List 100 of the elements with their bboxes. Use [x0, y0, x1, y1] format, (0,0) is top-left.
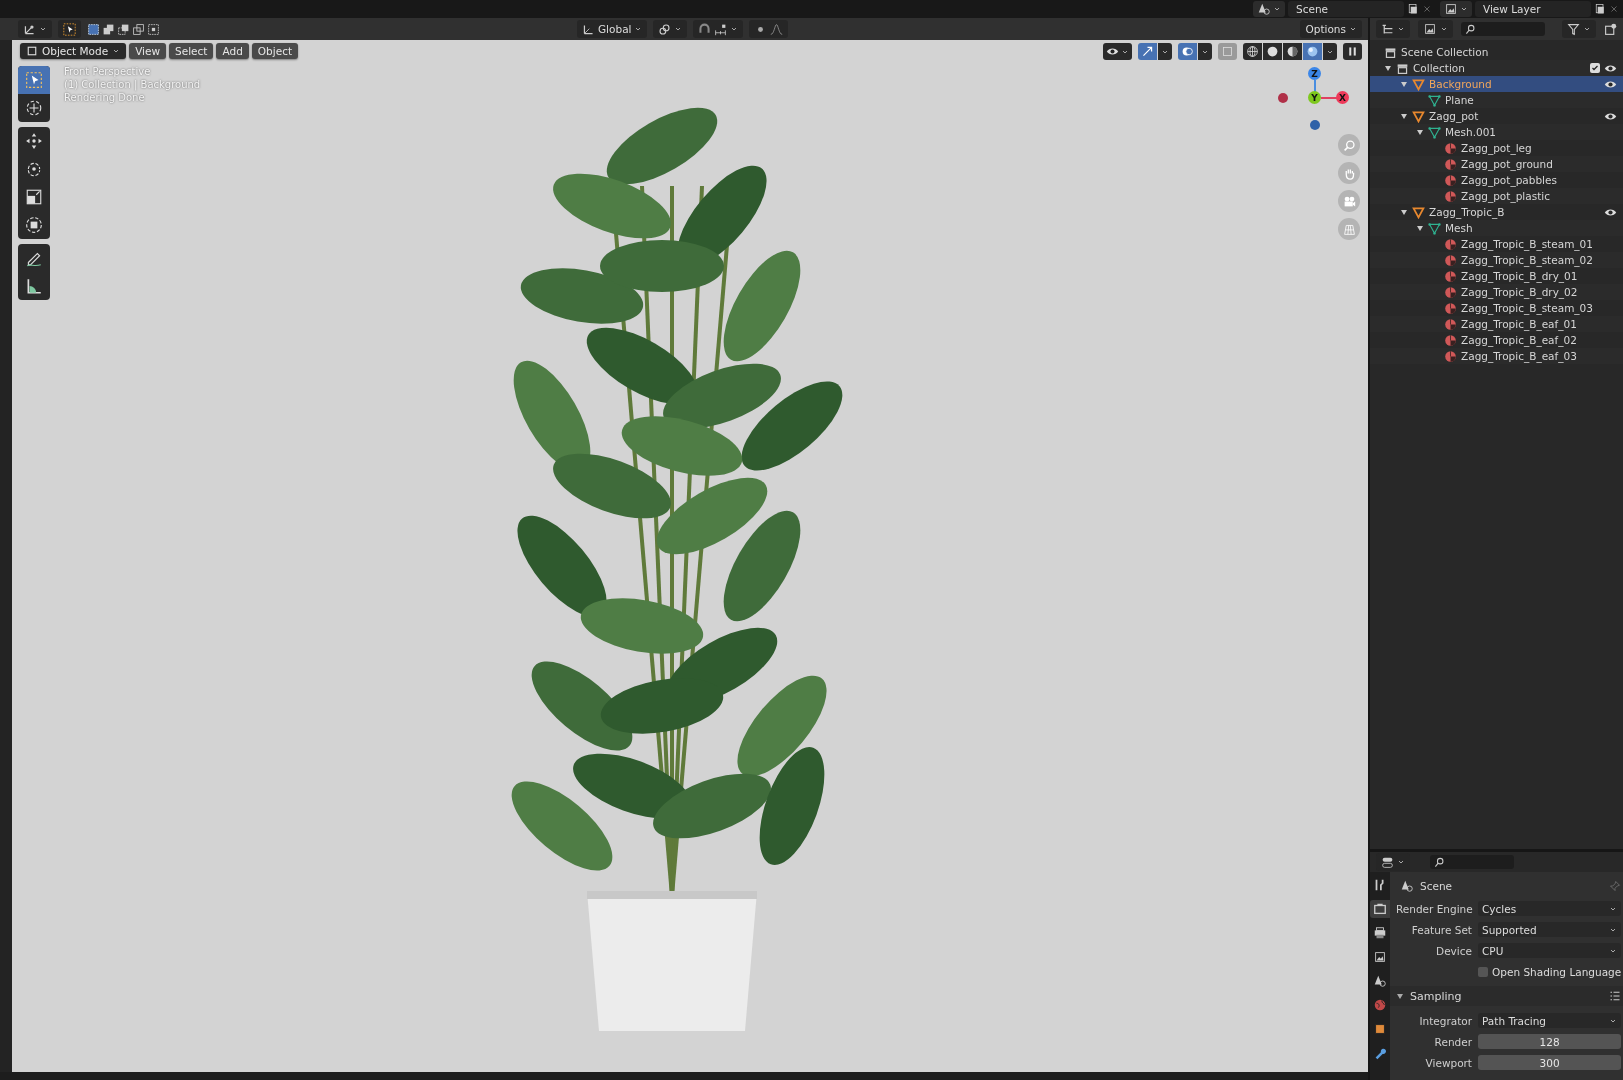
menu-button[interactable]: Add [216, 43, 249, 59]
outliner-row[interactable]: Zagg_Tropic_B_steam_03 [1370, 300, 1623, 316]
number-field[interactable]: 300 [1478, 1055, 1622, 1070]
visibility-button[interactable] [1103, 43, 1132, 60]
negative-z-axis-dot[interactable] [1310, 120, 1320, 130]
outliner-row[interactable]: Zagg_pot [1370, 108, 1623, 124]
outliner-item-name: Zagg_Tropic_B_steam_03 [1461, 302, 1593, 314]
object-triangle-icon [1412, 205, 1425, 219]
checkbox[interactable]: Open Shading Language [1478, 965, 1622, 978]
exclude-checkbox[interactable] [1590, 63, 1600, 73]
panel-header[interactable]: Sampling [1390, 986, 1623, 1006]
chevron-down-icon [1397, 858, 1405, 866]
outliner-item-name: Zagg_pot_leg [1461, 142, 1532, 154]
view-layer-selector[interactable] [1440, 1, 1472, 17]
shading-menu-button[interactable] [1323, 43, 1337, 60]
search-field[interactable] [1461, 22, 1545, 36]
pivot-button[interactable] [653, 20, 688, 38]
camera-icon [1342, 194, 1356, 208]
shading-mode-button[interactable] [1263, 43, 1282, 60]
active-tool-button[interactable] [58, 20, 81, 38]
dropdown[interactable]: Path Tracing [1478, 1013, 1622, 1028]
shading-mode-button[interactable] [1243, 43, 1262, 60]
properties-tab[interactable] [1370, 900, 1390, 918]
outliner-row[interactable]: Scene Collection [1370, 44, 1623, 60]
menu-button[interactable]: Select [169, 43, 214, 59]
negative-x-axis-dot[interactable] [1278, 93, 1288, 103]
zoom-icon [1342, 138, 1356, 152]
outliner-row[interactable]: Zagg_pot_leg [1370, 140, 1623, 156]
link-icon [658, 22, 672, 36]
object-triangle-icon [1412, 77, 1425, 91]
chevron-down-icon [1397, 25, 1405, 33]
disclosure-triangle-icon[interactable] [1400, 112, 1408, 120]
outliner-item-name: Zagg_pot_pabbles [1461, 174, 1557, 186]
view-layer-name-field[interactable]: View Layer [1475, 1, 1591, 17]
x-axis-handle[interactable]: X [1336, 91, 1349, 104]
options-dropdown[interactable]: Options [1300, 20, 1362, 38]
outliner-row[interactable]: Zagg_Tropic_B [1370, 204, 1623, 220]
mesh-triangle-icon [1428, 125, 1441, 139]
material-sphere-icon [1444, 333, 1457, 347]
axes-icon [582, 22, 595, 36]
search-icon [1434, 856, 1445, 868]
outliner-item-name: Zagg_pot_ground [1461, 158, 1553, 170]
square-icon [1373, 1022, 1387, 1036]
menu-button[interactable]: View [129, 43, 167, 59]
material-sphere-icon [1444, 285, 1457, 299]
scene-name-field[interactable]: Scene [1288, 1, 1404, 17]
search-field[interactable] [1430, 855, 1514, 869]
outliner-item-name: Zagg_pot_plastic [1461, 190, 1550, 202]
outliner-row[interactable]: Background [1370, 76, 1623, 92]
orientation-dropdown[interactable]: Global [577, 20, 648, 38]
gizmo-menu-button[interactable] [1158, 43, 1172, 60]
shading-mode-button[interactable] [1283, 43, 1302, 60]
gizmo-toggle-button[interactable] [1138, 43, 1157, 60]
copy-icon [1594, 3, 1606, 15]
filter-button[interactable] [1562, 20, 1596, 38]
snap-button[interactable] [693, 20, 744, 38]
z-axis-handle[interactable]: Z [1308, 67, 1321, 80]
image-stack-icon [1423, 22, 1437, 36]
outliner-item-name: Mesh.001 [1445, 126, 1497, 138]
chevron-down-icon [1273, 5, 1281, 13]
editor-type-button[interactable] [18, 20, 52, 38]
y-axis-handle[interactable]: Y [1308, 91, 1321, 104]
pause-button[interactable] [1343, 43, 1362, 60]
outliner-row[interactable]: Zagg_Tropic_B_steam_01 [1370, 236, 1623, 252]
xray-square-icon [1221, 45, 1234, 58]
chevron-down-icon [39, 25, 47, 33]
disclosure-triangle-icon[interactable] [1384, 64, 1392, 72]
overlay-circles-icon [1181, 45, 1194, 58]
close-icon [1422, 4, 1432, 14]
perspective-toggle-button[interactable] [1338, 218, 1360, 240]
outliner-item-name: Zagg_Tropic_B_eaf_03 [1461, 350, 1577, 362]
transform-icon [25, 216, 43, 234]
scene-selector[interactable] [1253, 1, 1285, 17]
disclosure-triangle-icon[interactable] [1416, 128, 1424, 136]
dropdown[interactable]: Cycles [1478, 901, 1622, 916]
disclosure-triangle-icon[interactable] [1400, 80, 1408, 88]
overlay-toggle-button[interactable] [1178, 43, 1197, 60]
mode-dropdown[interactable]: Object Mode [20, 43, 127, 59]
disclosure-triangle-icon[interactable] [1396, 992, 1404, 1000]
outliner-row[interactable]: Zagg_Tropic_B_dry_01 [1370, 268, 1623, 284]
dropdown[interactable]: Supported [1478, 922, 1622, 937]
material-sphere-icon [1444, 317, 1457, 331]
disclosure-triangle-icon[interactable] [1400, 208, 1408, 216]
outliner-row[interactable]: Zagg_pot_pabbles [1370, 172, 1623, 188]
menu-button[interactable]: Object [251, 43, 299, 59]
dropdown[interactable]: CPU [1478, 943, 1622, 958]
outliner-row[interactable]: Zagg_Tropic_B_eaf_02 [1370, 332, 1623, 348]
number-field[interactable]: 128 [1478, 1034, 1622, 1049]
chevron-down-icon [1460, 5, 1468, 13]
proportional-edit-button[interactable] [749, 20, 789, 38]
overlay-menu-button[interactable] [1198, 43, 1212, 60]
disclosure-triangle-icon[interactable] [1416, 224, 1424, 232]
material-sphere-icon [1444, 349, 1457, 363]
material-sphere-icon [1444, 253, 1457, 267]
outliner-item-name: Zagg_pot [1429, 110, 1479, 122]
outliner-item-name: Zagg_Tropic_B_eaf_02 [1461, 334, 1577, 346]
outliner-item-name: Scene Collection [1401, 46, 1489, 58]
outliner-editor-button[interactable] [1376, 20, 1410, 38]
display-mode-button[interactable] [1418, 20, 1453, 38]
select-new-icon [87, 22, 100, 36]
